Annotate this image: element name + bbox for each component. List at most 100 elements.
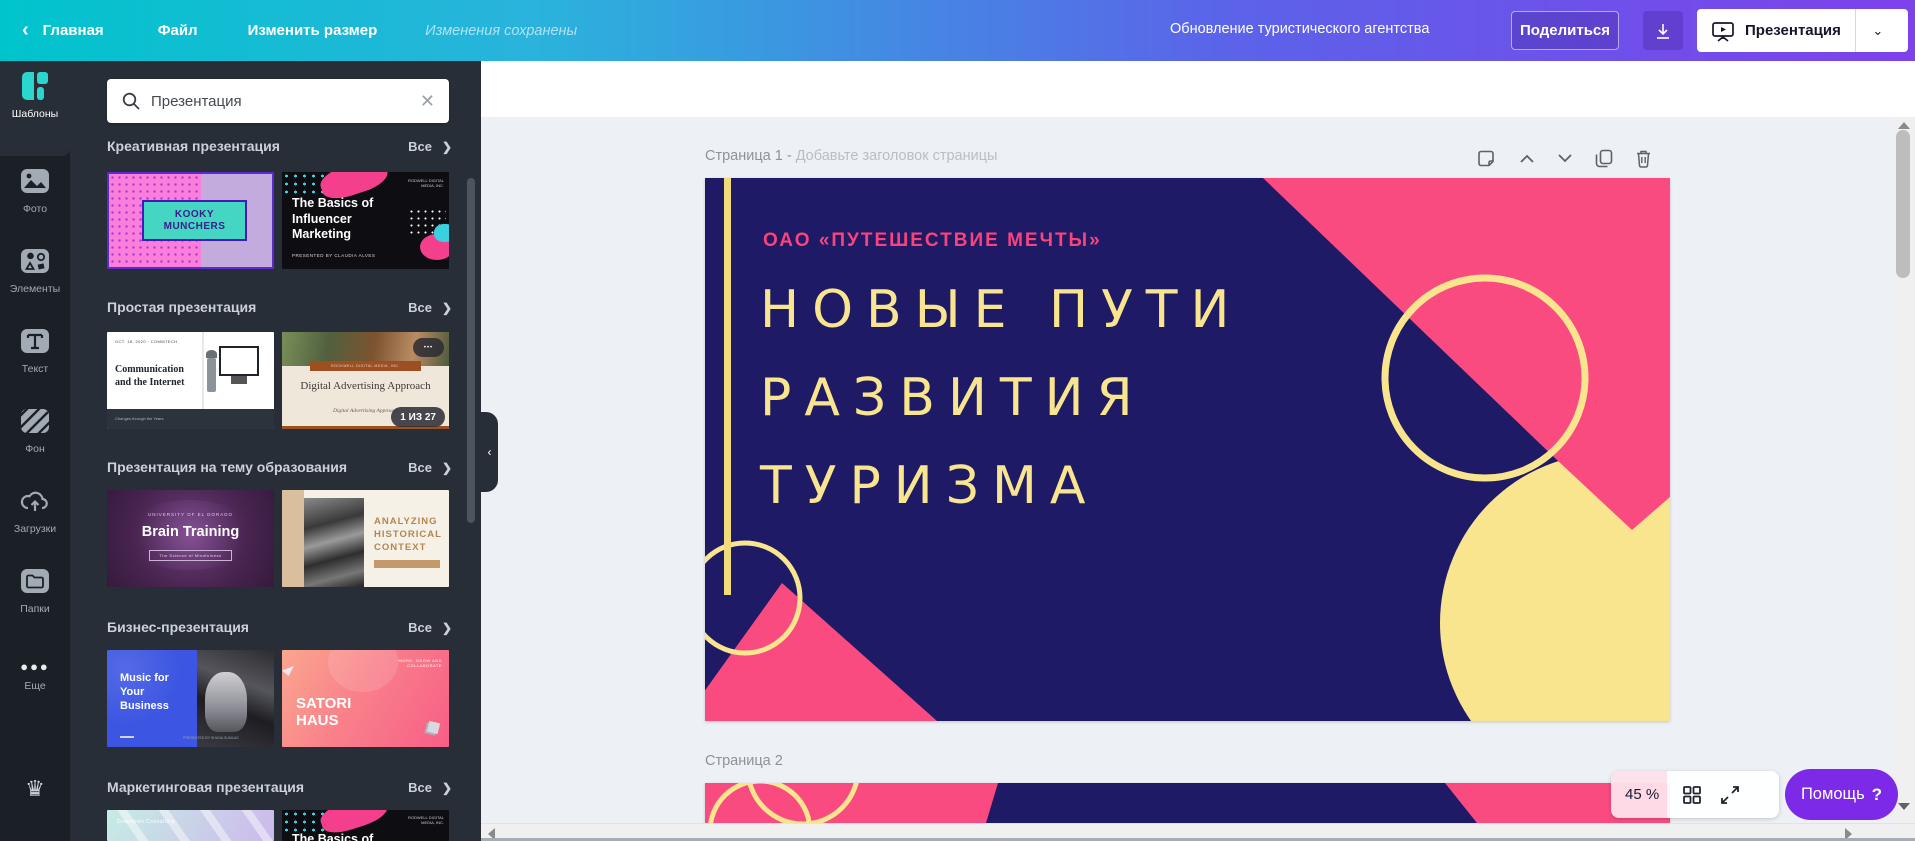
upload-cloud-icon [20, 486, 50, 516]
clear-search-icon[interactable]: ✕ [420, 91, 435, 112]
search-bar: ✕ [107, 79, 449, 123]
back-chevron-icon[interactable]: ‹ [22, 19, 29, 42]
search-icon [121, 91, 141, 111]
see-all-link[interactable]: Все❯ [408, 780, 452, 795]
search-input[interactable] [151, 93, 420, 110]
templates-icon [20, 71, 50, 101]
fullscreen-button[interactable] [1721, 786, 1739, 804]
section-title: Бизнес-презентация [107, 619, 249, 635]
sidebar-item-text[interactable]: Текст [0, 316, 70, 396]
chevron-right-icon: ❯ [442, 301, 452, 315]
thumbnail-corner-text: RODWELL DIGITAL MEDIA, INC. [394, 815, 444, 825]
page1-label: Страница 1 - [705, 148, 792, 164]
share-button[interactable]: Поделиться [1511, 11, 1619, 50]
sidebar: Шаблоны Фото Элементы [0, 61, 70, 841]
thumbnail-corner-text: RODWELL DIGITAL MEDIA, INC. [394, 178, 444, 188]
help-button[interactable]: Помощь? [1785, 769, 1898, 820]
scroll-up-arrow-icon[interactable] [1898, 122, 1910, 129]
see-all-link[interactable]: Все❯ [408, 460, 452, 475]
chevron-right-icon: ❯ [442, 781, 452, 795]
template-thumbnail-kooky[interactable]: KOOKY MUNCHERS [107, 172, 274, 269]
panel-collapse-tab[interactable]: ‹ [481, 412, 498, 492]
thumbnail-more-button[interactable]: ••• [413, 338, 444, 357]
thumbnail-corner-text: WORK, GROW AND COLLABORATE [392, 658, 442, 668]
thumbnail-title: ANALYZING HISTORICAL CONTEXT [374, 516, 444, 554]
duplicate-page-icon[interactable] [1595, 149, 1613, 168]
view-controls: 45 % [1611, 771, 1779, 818]
section-header: Простая презентация Все❯ [107, 297, 452, 317]
grid-view-button[interactable] [1683, 786, 1701, 804]
templates-panel: ✕ Креативная презентация Все❯ KOOKY MUNC… [70, 61, 481, 841]
sidebar-item-more[interactable]: ●●● Еще [0, 641, 70, 721]
chevron-left-icon: ‹ [488, 445, 492, 459]
chevron-right-icon: ❯ [442, 461, 452, 475]
page-controls [1478, 149, 1652, 168]
delete-page-icon[interactable] [1635, 149, 1652, 168]
slide-page-1[interactable]: ОАО «ПУТЕШЕСТВИЕ МЕЧТЫ» НОВЫЕ ПУТИ РАЗВИ… [705, 178, 1670, 721]
section-title: Презентация на тему образования [107, 459, 347, 475]
page2-label: Страница 2 [705, 753, 783, 769]
thumbnail-title: SATORI HAUS [296, 695, 376, 730]
template-thumbnail-influencer-2[interactable]: RODWELL DIGITAL MEDIA, INC. The Basics o… [282, 810, 449, 841]
thumbnail-footer-text: Changes through the Years [115, 416, 163, 421]
paper-plane-shape [282, 666, 294, 676]
save-status: Изменения сохранены [425, 23, 577, 39]
chevron-right-icon: ❯ [442, 621, 452, 635]
see-all-link[interactable]: Все❯ [408, 300, 452, 315]
thumbnail-title: Digital Advertising Approach [282, 380, 449, 394]
thumbnail-top-text: Downtown Consulting [117, 819, 175, 825]
template-thumbnail-communication[interactable]: OCT. 18, 2020 · COMMTECH Communication a… [107, 332, 274, 429]
document-title[interactable]: Обновление туристического агентства [1170, 21, 1429, 37]
template-thumbnail-satori[interactable]: WORK, GROW AND COLLABORATE SATORI HAUS [282, 650, 449, 747]
vertical-scrollbar[interactable] [1893, 117, 1915, 823]
shapes-icon [20, 246, 50, 276]
zoom-level[interactable]: 45 % [1625, 786, 1659, 803]
sidebar-item-elements[interactable]: Элементы [0, 236, 70, 316]
template-thumbnail-historical[interactable]: ANALYZING HISTORICAL CONTEXT [282, 490, 449, 587]
photo-icon [20, 166, 50, 196]
thumbnail-band-text: ROCKWELL DIGITAL MEDIA, INC. [331, 364, 400, 368]
download-button[interactable] [1643, 11, 1683, 50]
chevron-down-icon[interactable]: ⌄ [1856, 23, 1900, 39]
page-count-badge: 1 ИЗ 27 [391, 407, 445, 427]
move-page-down-icon[interactable] [1557, 153, 1573, 164]
see-all-link[interactable]: Все❯ [408, 620, 452, 635]
scroll-down-arrow-icon[interactable] [1898, 803, 1910, 810]
template-thumbnail-influencer[interactable]: RODWELL DIGITAL MEDIA, INC. The Basics o… [282, 172, 449, 269]
menu-home[interactable]: Главная [43, 22, 104, 39]
slide-company-text[interactable]: ОАО «ПУТЕШЕСТВИЕ МЕЧТЫ» [763, 230, 1102, 252]
menu-file[interactable]: Файл [158, 22, 198, 39]
sidebar-item-folders[interactable]: Папки [0, 556, 70, 636]
template-thumbnail-music[interactable]: PRESENTED BY SHUNA SUMLAG Music for Your… [107, 650, 274, 747]
thumbnail-title: The Basics of [292, 832, 373, 841]
thumbnail-title: KOOKY MUNCHERS [160, 209, 230, 233]
canva-editor: ‹ Главная Файл Изменить размер Изменения… [0, 0, 1915, 841]
slide2-shapes [705, 783, 1670, 823]
horizontal-scrollbar[interactable] [481, 823, 1915, 841]
sidebar-item-background[interactable]: Фон [0, 396, 70, 476]
pro-crown-icon[interactable]: ♛ [0, 776, 70, 802]
slide-title-text[interactable]: НОВЫЕ ПУТИ РАЗВИТИЯ ТУРИЗМА [760, 266, 1242, 530]
slide-page-2[interactable] [705, 783, 1670, 823]
template-thumbnail-brain[interactable]: UNIVERSITY OF EL DORADO Brain Training T… [107, 490, 274, 587]
menu-resize[interactable]: Изменить размер [248, 22, 378, 39]
notes-icon[interactable] [1478, 149, 1497, 168]
page1-title-placeholder[interactable]: Добавьте заголовок страницы [796, 148, 998, 164]
move-page-up-icon[interactable] [1519, 153, 1535, 164]
presentation-icon [1711, 20, 1735, 42]
sidebar-item-uploads[interactable]: Загрузки [0, 476, 70, 556]
background-icon [20, 406, 50, 436]
sidebar-item-templates[interactable]: Шаблоны [0, 61, 70, 156]
vertical-scrollbar-thumb[interactable] [1896, 130, 1910, 278]
thumbnail-title: Brain Training [107, 523, 274, 541]
section-title: Простая презентация [107, 299, 256, 315]
more-dots-icon: ●●● [20, 651, 50, 673]
panel-scrollbar-thumb[interactable] [467, 178, 475, 523]
present-button[interactable]: Презентация ⌄ [1697, 9, 1908, 52]
template-thumbnail-gradient[interactable]: Downtown Consulting [107, 810, 274, 841]
thumbnail-footer-text: PRESENTED BY CLAUDIA ALVES [292, 253, 375, 259]
section-header: Маркетинговая презентация Все❯ [107, 777, 452, 797]
template-thumbnail-digital[interactable]: ROCKWELL DIGITAL MEDIA, INC. Digital Adv… [282, 332, 449, 429]
see-all-link[interactable]: Все❯ [408, 139, 452, 154]
sidebar-item-photos[interactable]: Фото [0, 156, 70, 236]
